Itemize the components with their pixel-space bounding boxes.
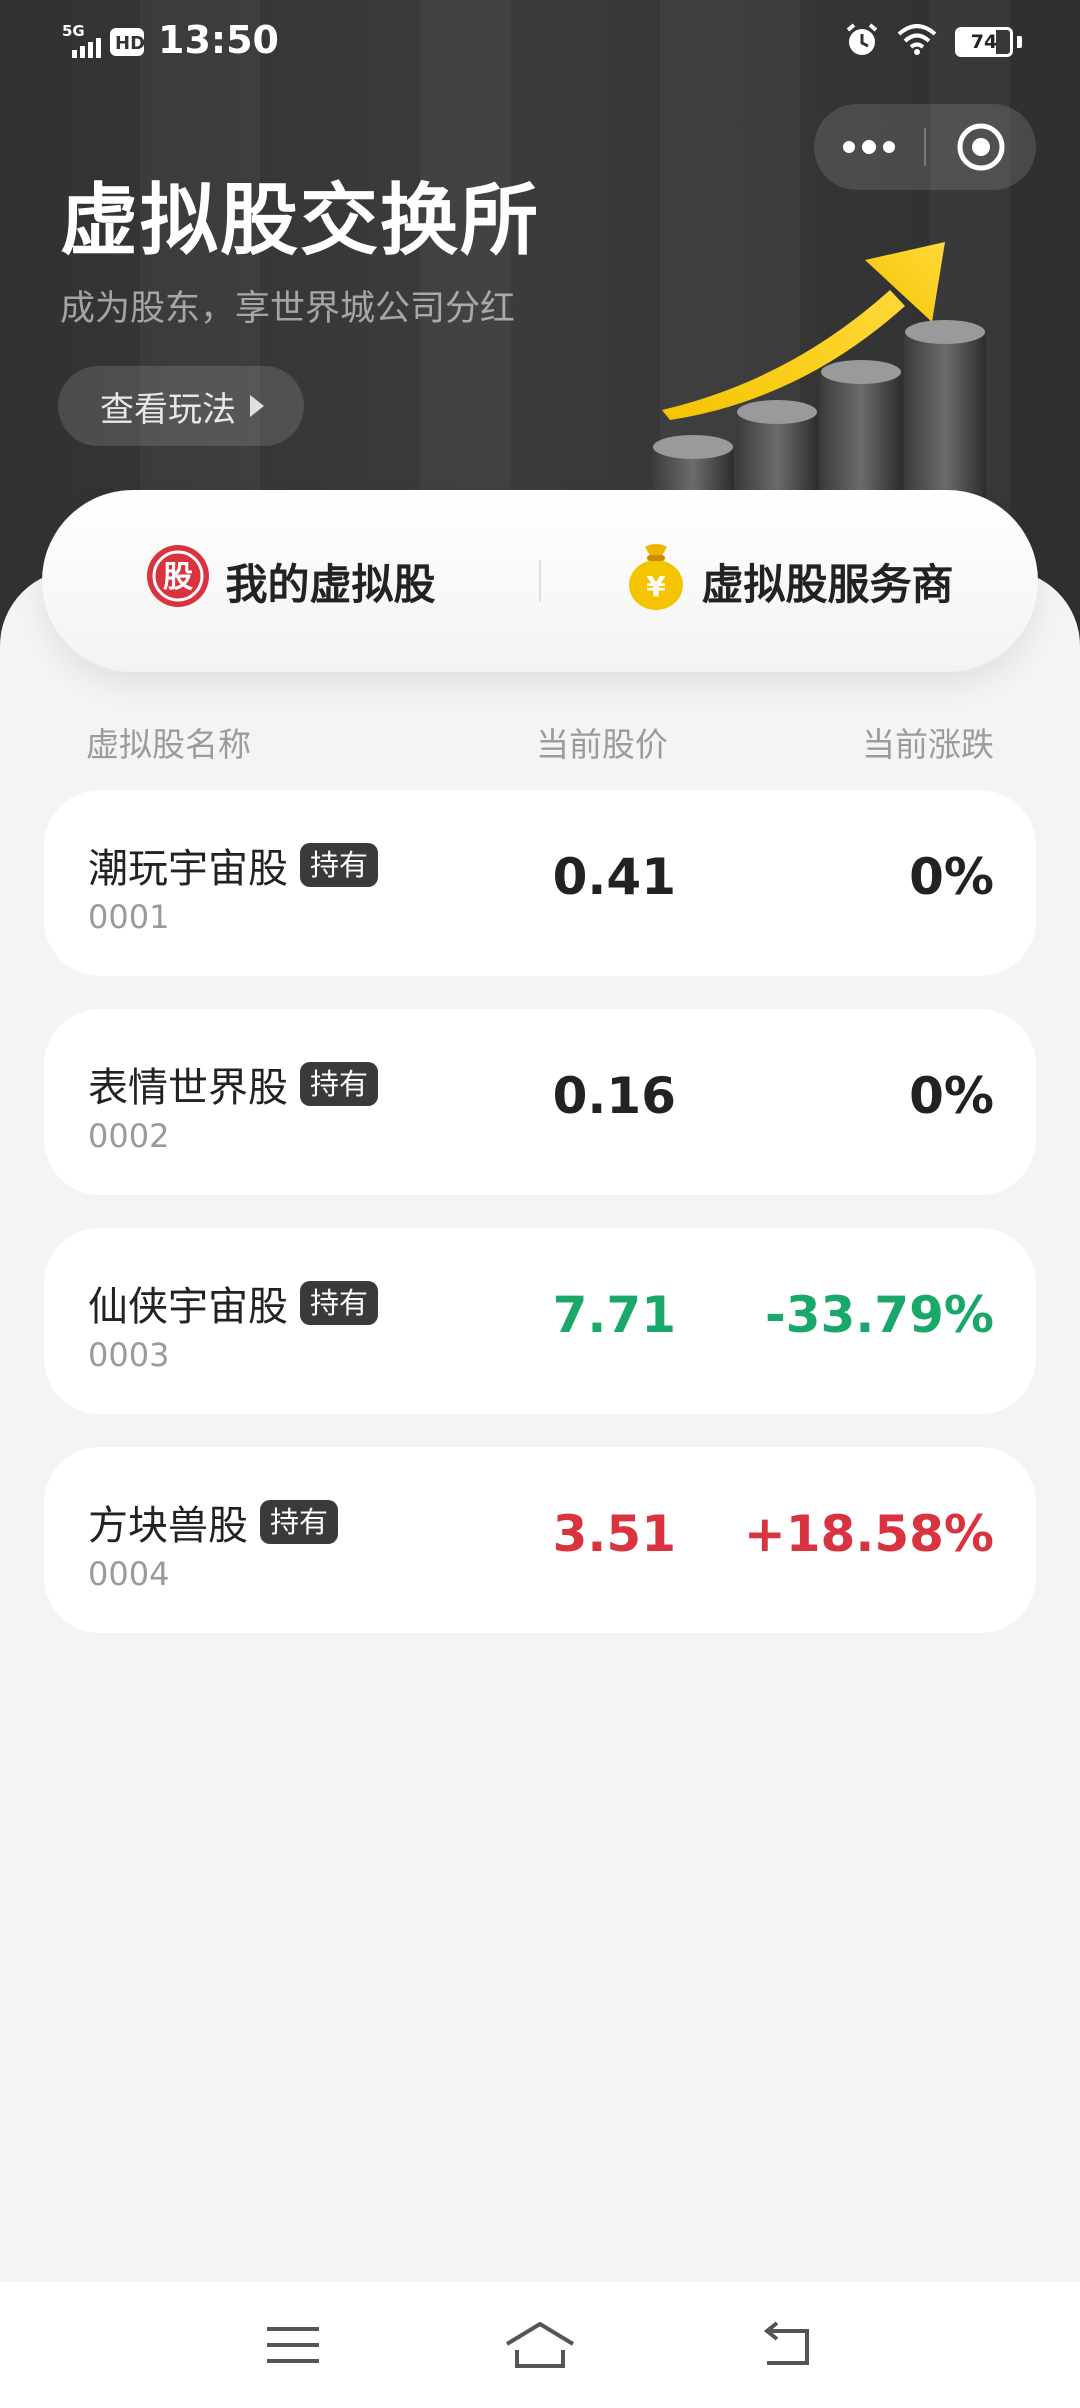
tab-label: 虚拟股服务商 [701,559,954,609]
stock-row[interactable]: 仙侠宇宙股 持有 0003 7.71 -33.79% [44,1228,1036,1414]
stock-row[interactable]: 方块兽股 持有 0004 3.51 +18.58% [44,1447,1036,1633]
clock: 13:50 [158,18,279,62]
stock-badge-icon: 股 [145,543,211,619]
wifi-icon [897,24,937,60]
battery-icon: 74 [955,27,1013,57]
stock-price: 7.71 [552,1286,676,1344]
stock-change: -33.79% [764,1286,994,1344]
tab-my-virtual-stock[interactable]: 股 我的虚拟股 [42,490,539,672]
alarm-icon [845,22,879,62]
close-miniprogram-button[interactable] [926,104,1036,190]
mini-program-capsule [814,104,1036,190]
menu-button[interactable] [233,2300,353,2390]
stock-change: +18.58% [743,1505,994,1563]
stock-price: 3.51 [552,1505,676,1563]
play-triangle-icon [250,395,264,417]
stock-code: 0002 [88,1117,170,1155]
stock-row[interactable]: 潮玩宇宙股 持有 0001 0.41 0% [44,790,1036,976]
stock-price: 0.41 [552,848,676,906]
how-to-play-label: 查看玩法 [100,389,236,430]
column-header-change: 当前涨跌 [862,725,994,764]
target-icon [957,123,1005,171]
stock-code: 0003 [88,1336,170,1374]
stock-change: 0% [909,1067,994,1125]
signal-icon: 5G HD [60,20,152,64]
tab-label: 我的虚拟股 [225,559,436,609]
stock-name: 表情世界股 [88,1065,288,1111]
holding-badge: 持有 [300,843,379,887]
back-icon [763,2321,809,2365]
battery-cap [1017,36,1022,48]
stock-name: 仙侠宇宙股 [88,1284,288,1330]
column-header-price: 当前股价 [536,725,668,764]
home-icon [505,2322,575,2368]
stock-name: 方块兽股 [88,1503,248,1549]
page-subtitle: 成为股东，享世界城公司分红 [60,289,516,329]
stock-badge-char: 股 [163,560,193,595]
tab-bar: 股 我的虚拟股 ¥ 虚拟股服务商 [42,490,1038,672]
stock-code: 0001 [88,898,170,936]
stock-change: 0% [909,848,994,906]
network-label: 5G [62,22,85,40]
system-navigation-bar [0,2282,1080,2408]
more-button[interactable] [814,104,924,190]
stock-code: 0004 [88,1555,170,1593]
home-button[interactable] [480,2300,600,2390]
money-bag-icon: ¥ [625,541,687,621]
column-header-name: 虚拟股名称 [86,725,251,764]
battery-level: 74 [970,31,998,53]
stock-row[interactable]: 表情世界股 持有 0002 0.16 0% [44,1009,1036,1195]
how-to-play-button[interactable]: 查看玩法 [58,366,304,446]
menu-icon [267,2327,320,2363]
stock-name: 潮玩宇宙股 [88,846,288,892]
rising-chart-illustration [640,230,1020,540]
holding-badge: 持有 [300,1062,379,1106]
more-dots-icon [843,140,895,154]
tab-virtual-stock-provider[interactable]: ¥ 虚拟股服务商 [541,490,1038,672]
back-button[interactable] [727,2300,847,2390]
hd-label: HD [115,33,145,54]
money-bag-char: ¥ [647,570,667,603]
status-bar: 5G HD 13:50 74 [0,0,1080,80]
page-title: 虚拟股交换所 [60,176,541,266]
holding-badge: 持有 [260,1500,339,1544]
holding-badge: 持有 [300,1281,379,1325]
page: 5G HD 13:50 74 虚拟股交换所 成为股东，享世界城公司分红 查看玩法… [0,0,1080,2408]
stock-price: 0.16 [552,1067,676,1125]
